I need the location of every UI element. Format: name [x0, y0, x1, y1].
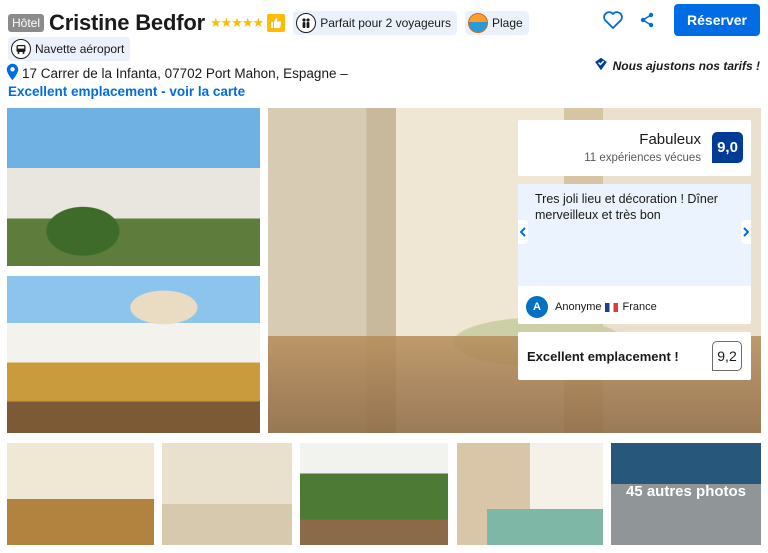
- review-author-name: Anonyme: [555, 301, 602, 313]
- thumbnail-photo[interactable]: [7, 443, 154, 545]
- price-match-text: Nous ajustons nos tarifs !: [612, 58, 760, 73]
- review-score-badge: 9,0: [712, 132, 743, 163]
- shuttle-icon: [11, 39, 31, 59]
- location-score-card: Excellent emplacement ! 9,2: [518, 332, 751, 380]
- chevron-right-icon: [743, 227, 749, 237]
- hotel-name: Cristine Bedfor: [49, 10, 205, 35]
- review-count: 11 expériences vécues: [584, 152, 701, 164]
- amenity-row: Navette aéroport: [8, 37, 138, 61]
- price-match-note: Nous ajustons nos tarifs !: [594, 57, 760, 74]
- hotel-photo-terrace[interactable]: [7, 276, 260, 433]
- review-author-country: France: [622, 301, 657, 313]
- heart-icon[interactable]: [600, 7, 626, 33]
- hotel-photo-garden[interactable]: [7, 108, 260, 266]
- thumbs-up-icon: [267, 14, 286, 32]
- beach-pill-label: Plage: [491, 16, 523, 30]
- previous-review-button[interactable]: [518, 220, 528, 244]
- beach-icon: [467, 13, 488, 33]
- review-quote-text: Tres joli lieu et décoration ! Dîner mer…: [518, 184, 751, 286]
- thumbnail-photo[interactable]: [162, 443, 292, 545]
- travelers-pill-label: Parfait pour 2 voyageurs: [320, 16, 451, 30]
- chevron-left-icon: [520, 227, 526, 237]
- shield-check-icon: [594, 57, 608, 74]
- beach-pill: Plage: [464, 11, 529, 35]
- header-actions: Réserver: [592, 4, 760, 36]
- airport-shuttle-label: Navette aéroport: [35, 42, 125, 56]
- airport-shuttle-pill: Navette aéroport: [8, 37, 131, 61]
- hotel-address: 17 Carrer de la Infanta, 07702 Port Maho…: [22, 66, 348, 81]
- review-author: A Anonyme France: [526, 296, 657, 318]
- address-row: 17 Carrer de la Infanta, 07702 Port Maho…: [6, 63, 348, 84]
- reserve-button[interactable]: Réserver: [674, 4, 760, 36]
- travelers-pill: Parfait pour 2 voyageurs: [293, 11, 457, 35]
- thumbnail-photo[interactable]: [300, 443, 448, 545]
- more-photos-label: 45 autres photos: [625, 483, 747, 500]
- review-score-word: Fabuleux: [639, 131, 701, 148]
- review-score-card[interactable]: Fabuleux 11 expériences vécues 9,0: [518, 120, 751, 176]
- share-icon[interactable]: [634, 7, 660, 33]
- france-flag-icon: [605, 302, 619, 312]
- location-score-label: Excellent emplacement !: [527, 349, 679, 364]
- thumbnail-photo[interactable]: [457, 443, 603, 545]
- property-type-badge: Hôtel: [8, 14, 45, 32]
- next-review-button[interactable]: [741, 220, 751, 244]
- location-pin-icon: [6, 63, 19, 84]
- star-rating: ★★★★★: [209, 15, 264, 30]
- avatar: A: [526, 296, 548, 318]
- review-quote-card: Tres joli lieu et décoration ! Dîner mer…: [518, 184, 751, 324]
- people-icon: [296, 13, 317, 33]
- location-score-badge: 9,2: [712, 341, 742, 371]
- location-map-link[interactable]: Excellent emplacement - voir la carte: [8, 84, 245, 99]
- more-photos-tile[interactable]: 45 autres photos: [611, 443, 761, 545]
